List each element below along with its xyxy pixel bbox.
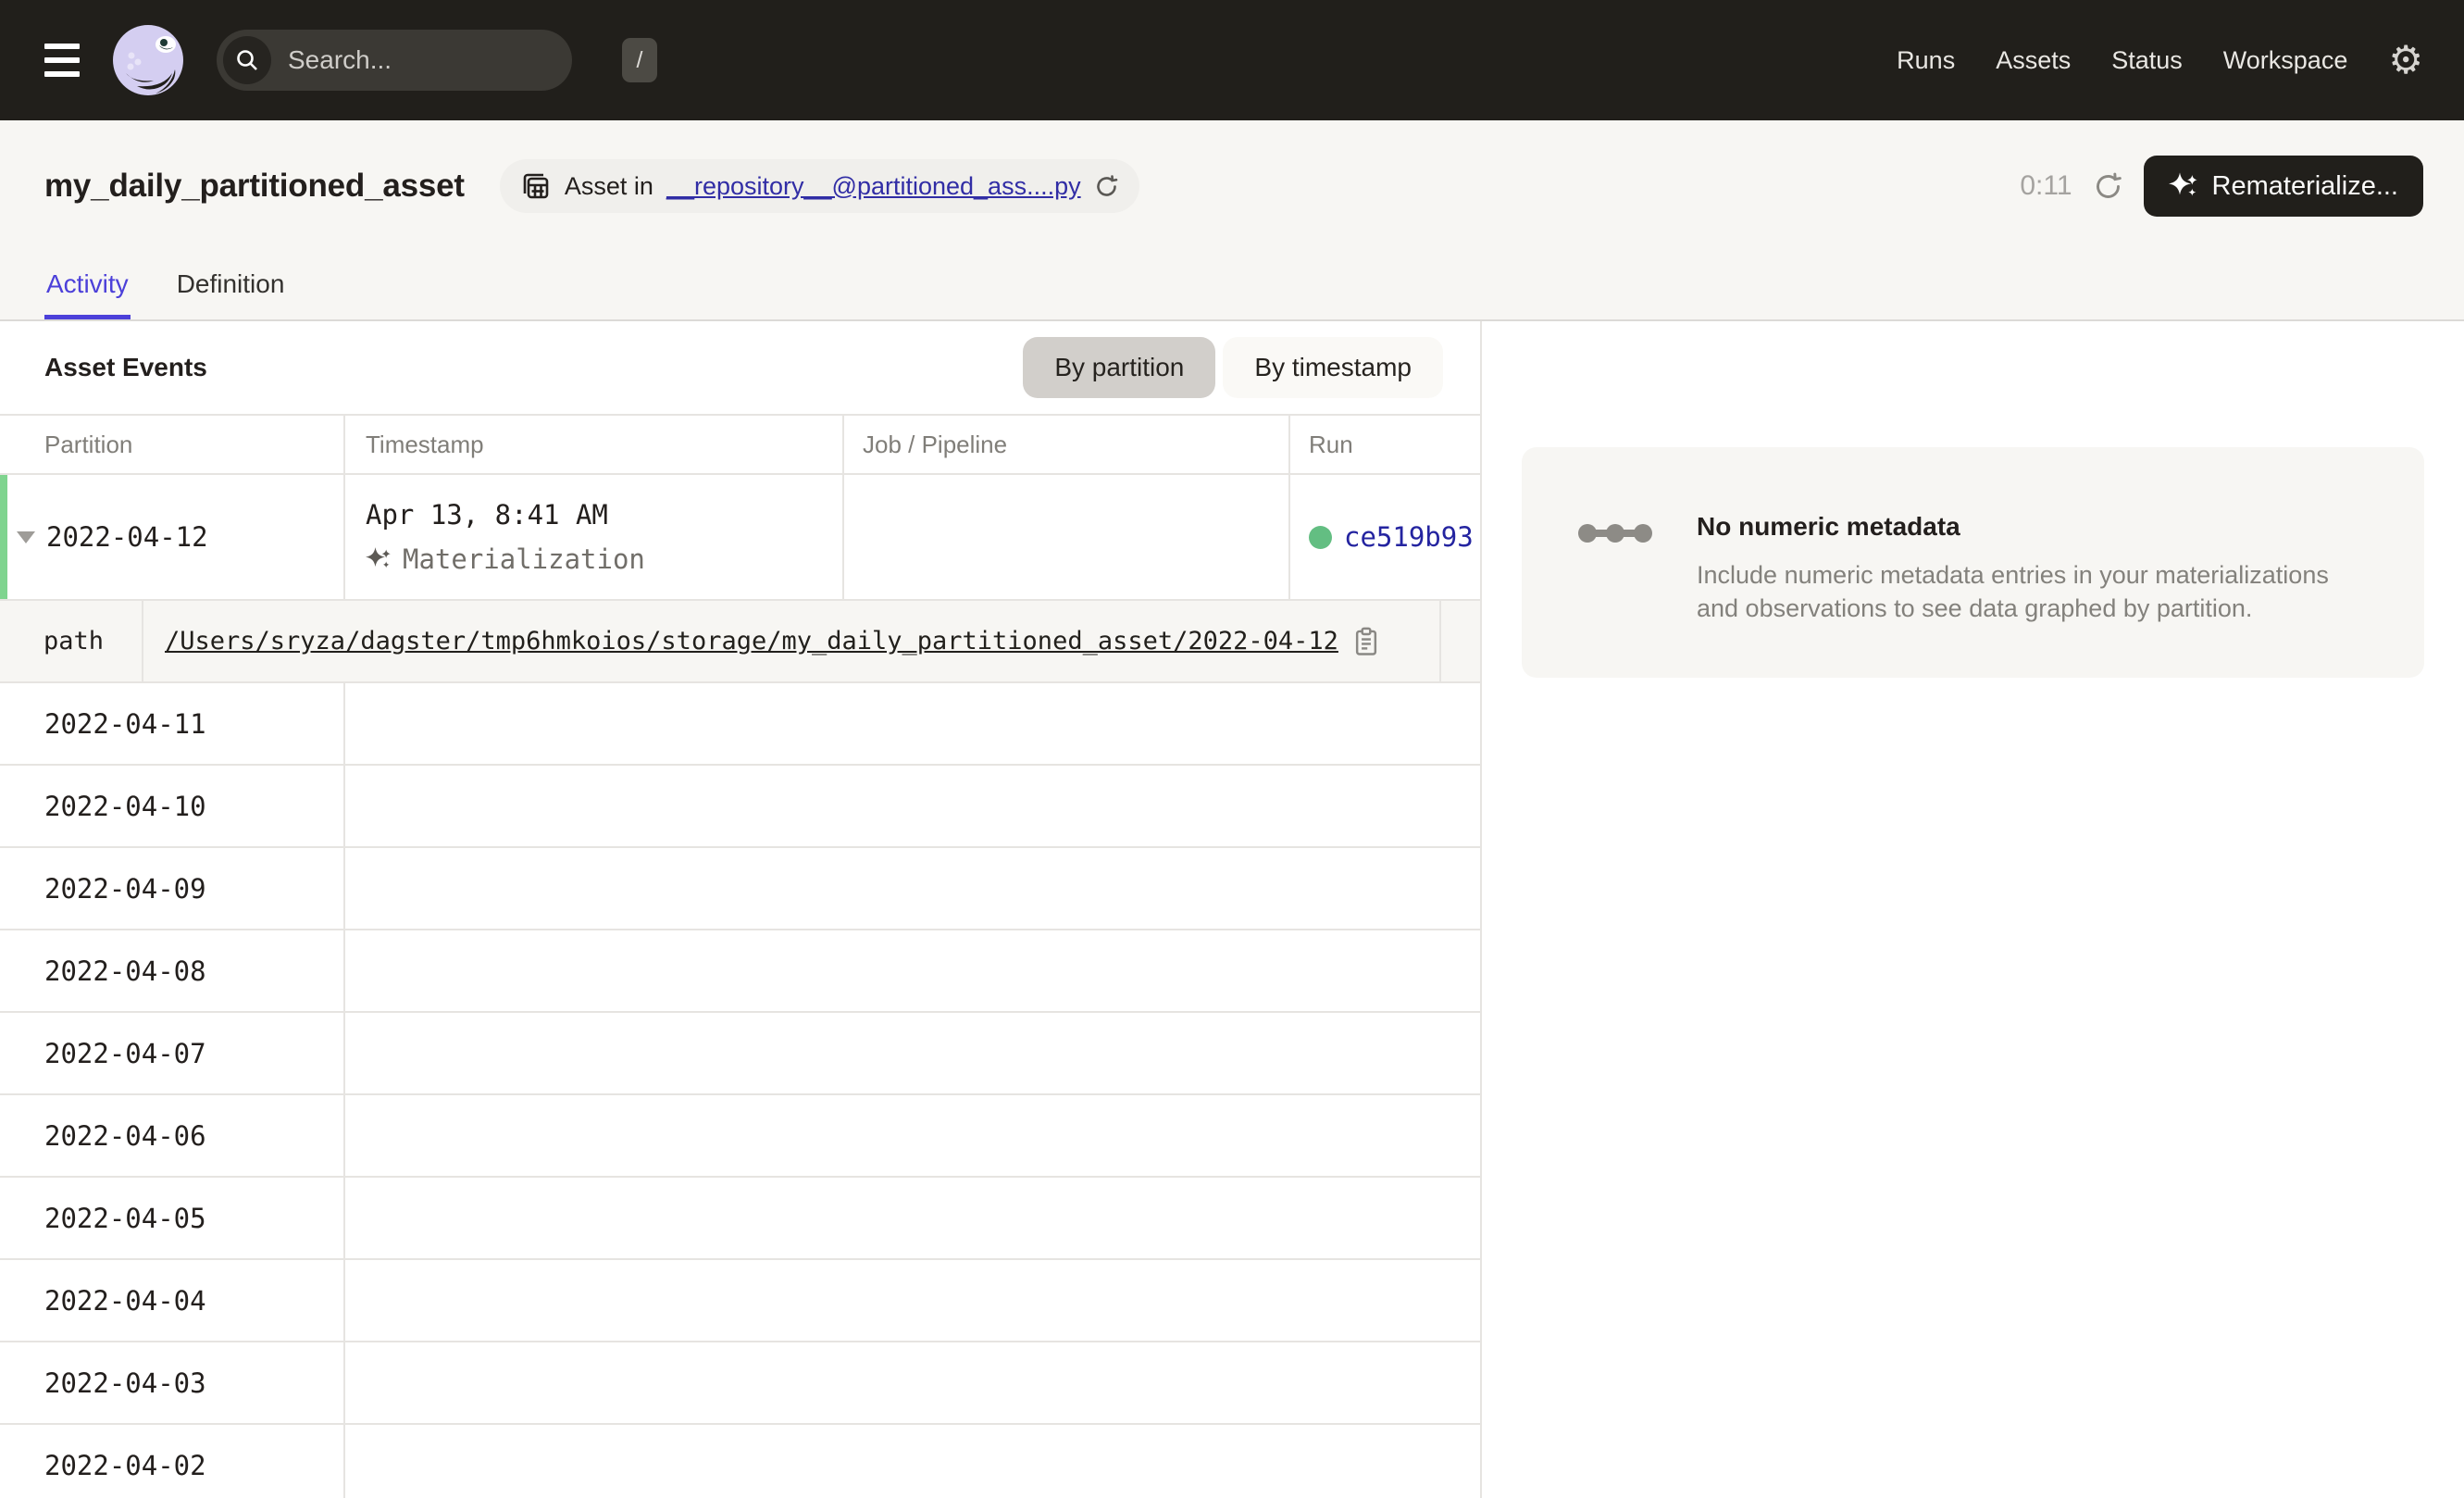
partition-value: 2022-04-03: [44, 1367, 206, 1399]
partition-value: 2022-04-04: [44, 1285, 206, 1317]
search-icon: [223, 36, 271, 84]
metadata-row: path /Users/sryza/dagster/tmp6hmkoios/st…: [0, 601, 1480, 683]
table-row[interactable]: 2022-04-11: [0, 683, 1480, 766]
table-row[interactable]: 2022-04-03: [0, 1342, 1480, 1425]
top-nav-item[interactable]: Status: [2111, 46, 2183, 75]
empty-state-body: Include numeric metadata entries in your…: [1697, 558, 2369, 625]
badge-refresh-icon[interactable]: [1094, 174, 1119, 199]
graph-dots-icon: [1577, 516, 1653, 626]
table-row[interactable]: 2022-04-06: [0, 1095, 1480, 1178]
run-id-link[interactable]: ce519b93: [1344, 521, 1474, 553]
asset-group-icon: [520, 170, 552, 202]
refresh-timer: 0:11: [2020, 170, 2072, 202]
empty-row-cells: [345, 1260, 1480, 1341]
search-input[interactable]: [288, 45, 622, 75]
table-row[interactable]: 2022-04-09: [0, 848, 1480, 930]
dagster-logo-icon[interactable]: [113, 25, 183, 95]
table-row[interactable]: 2022-04-02: [0, 1425, 1480, 1498]
table-row-expanded[interactable]: 2022-04-12 Apr 13, 8:41 AM Materializati…: [0, 475, 1480, 601]
asset-page-header: my_daily_partitioned_asset Asset in __re…: [0, 120, 2464, 321]
page-title: my_daily_partitioned_asset: [44, 168, 465, 205]
column-header-timestamp: Timestamp: [366, 431, 484, 459]
materialization-sparkle-icon: [366, 546, 392, 572]
partition-rows: 2022-04-11 2022-04-10 2022-04-09 2022-04…: [0, 683, 1480, 1498]
event-type-label: Materialization: [403, 543, 645, 575]
table-row[interactable]: 2022-04-08: [0, 930, 1480, 1013]
tab-definition[interactable]: Definition: [175, 269, 287, 319]
metadata-key: path: [0, 601, 143, 681]
empty-row-cells: [345, 1425, 1480, 1498]
repository-link[interactable]: __repository__@partitioned_ass....py: [666, 172, 1081, 201]
empty-row-cells: [345, 683, 1480, 764]
empty-row-cells: [345, 1013, 1480, 1093]
empty-row-cells: [345, 930, 1480, 1011]
empty-row-cells: [345, 848, 1480, 929]
settings-gear-icon[interactable]: ⚙: [2388, 41, 2423, 80]
asset-events-table: Partition Timestamp Job / Pipeline Run 2…: [0, 414, 1480, 1498]
sparkle-icon: [2169, 171, 2198, 201]
search-shortcut-badge: /: [622, 38, 657, 82]
top-nav-item[interactable]: Assets: [1996, 46, 2071, 75]
job-pipeline-cell: [844, 475, 1290, 599]
table-row[interactable]: 2022-04-10: [0, 766, 1480, 848]
top-nav-links: Runs Assets Status Workspace: [1897, 46, 2347, 75]
empty-state-title: No numeric metadata: [1697, 512, 2369, 542]
partition-value: 2022-04-12: [46, 521, 208, 553]
table-row[interactable]: 2022-04-05: [0, 1178, 1480, 1260]
top-nav-bar: / Runs Assets Status Workspace ⚙: [0, 0, 2464, 120]
empty-row-cells: [345, 766, 1480, 846]
partition-value: 2022-04-05: [44, 1203, 206, 1234]
table-row[interactable]: 2022-04-07: [0, 1013, 1480, 1095]
asset-events-heading: Asset Events: [44, 353, 207, 382]
no-numeric-metadata-card: No numeric metadata Include numeric meta…: [1522, 447, 2424, 678]
asset-location-badge: Asset in __repository__@partitioned_ass.…: [500, 159, 1139, 213]
empty-row-cells: [345, 1178, 1480, 1258]
tab-activity[interactable]: Activity: [44, 269, 131, 319]
partition-value: 2022-04-06: [44, 1120, 206, 1152]
rematerialize-label: Rematerialize...: [2212, 171, 2398, 202]
metadata-row-spacer: [1441, 601, 1480, 681]
column-header-run: Run: [1309, 431, 1353, 459]
top-nav-item[interactable]: Workspace: [2223, 46, 2348, 75]
refresh-icon[interactable]: [2093, 171, 2123, 202]
event-view-toggle: By partition By timestamp: [1023, 337, 1443, 398]
asset-events-pane: Asset Events By partition By timestamp P…: [0, 321, 1482, 1498]
by-partition-button[interactable]: By partition: [1023, 337, 1215, 398]
table-header-row: Partition Timestamp Job / Pipeline Run: [0, 416, 1480, 475]
partition-value: 2022-04-02: [44, 1450, 206, 1481]
tab-bar: Activity Definition: [44, 269, 286, 319]
partition-value: 2022-04-08: [44, 955, 206, 987]
column-header-partition: Partition: [44, 431, 132, 459]
partition-value: 2022-04-10: [44, 791, 206, 822]
event-timestamp: Apr 13, 8:41 AM: [366, 499, 608, 531]
by-timestamp-button[interactable]: By timestamp: [1223, 337, 1443, 398]
run-status-dot: [1309, 526, 1332, 549]
partition-value: 2022-04-11: [44, 708, 206, 740]
empty-row-cells: [345, 1095, 1480, 1176]
rematerialize-button[interactable]: Rematerialize...: [2144, 156, 2423, 217]
collapse-caret-icon[interactable]: [17, 531, 35, 543]
asset-in-label: Asset in: [565, 172, 653, 201]
partition-value: 2022-04-09: [44, 873, 206, 905]
column-header-job: Job / Pipeline: [863, 431, 1007, 459]
copy-path-icon[interactable]: [1353, 627, 1379, 656]
search-bar[interactable]: /: [217, 30, 572, 91]
top-nav-item[interactable]: Runs: [1897, 46, 1955, 75]
partition-value: 2022-04-07: [44, 1038, 206, 1069]
empty-row-cells: [345, 1342, 1480, 1423]
hamburger-menu-icon[interactable]: [44, 44, 87, 77]
table-row[interactable]: 2022-04-04: [0, 1260, 1480, 1342]
metadata-path-link[interactable]: /Users/sryza/dagster/tmp6hmkoios/storage…: [165, 627, 1338, 655]
partition-metadata-pane: No numeric metadata Include numeric meta…: [1482, 321, 2464, 1498]
